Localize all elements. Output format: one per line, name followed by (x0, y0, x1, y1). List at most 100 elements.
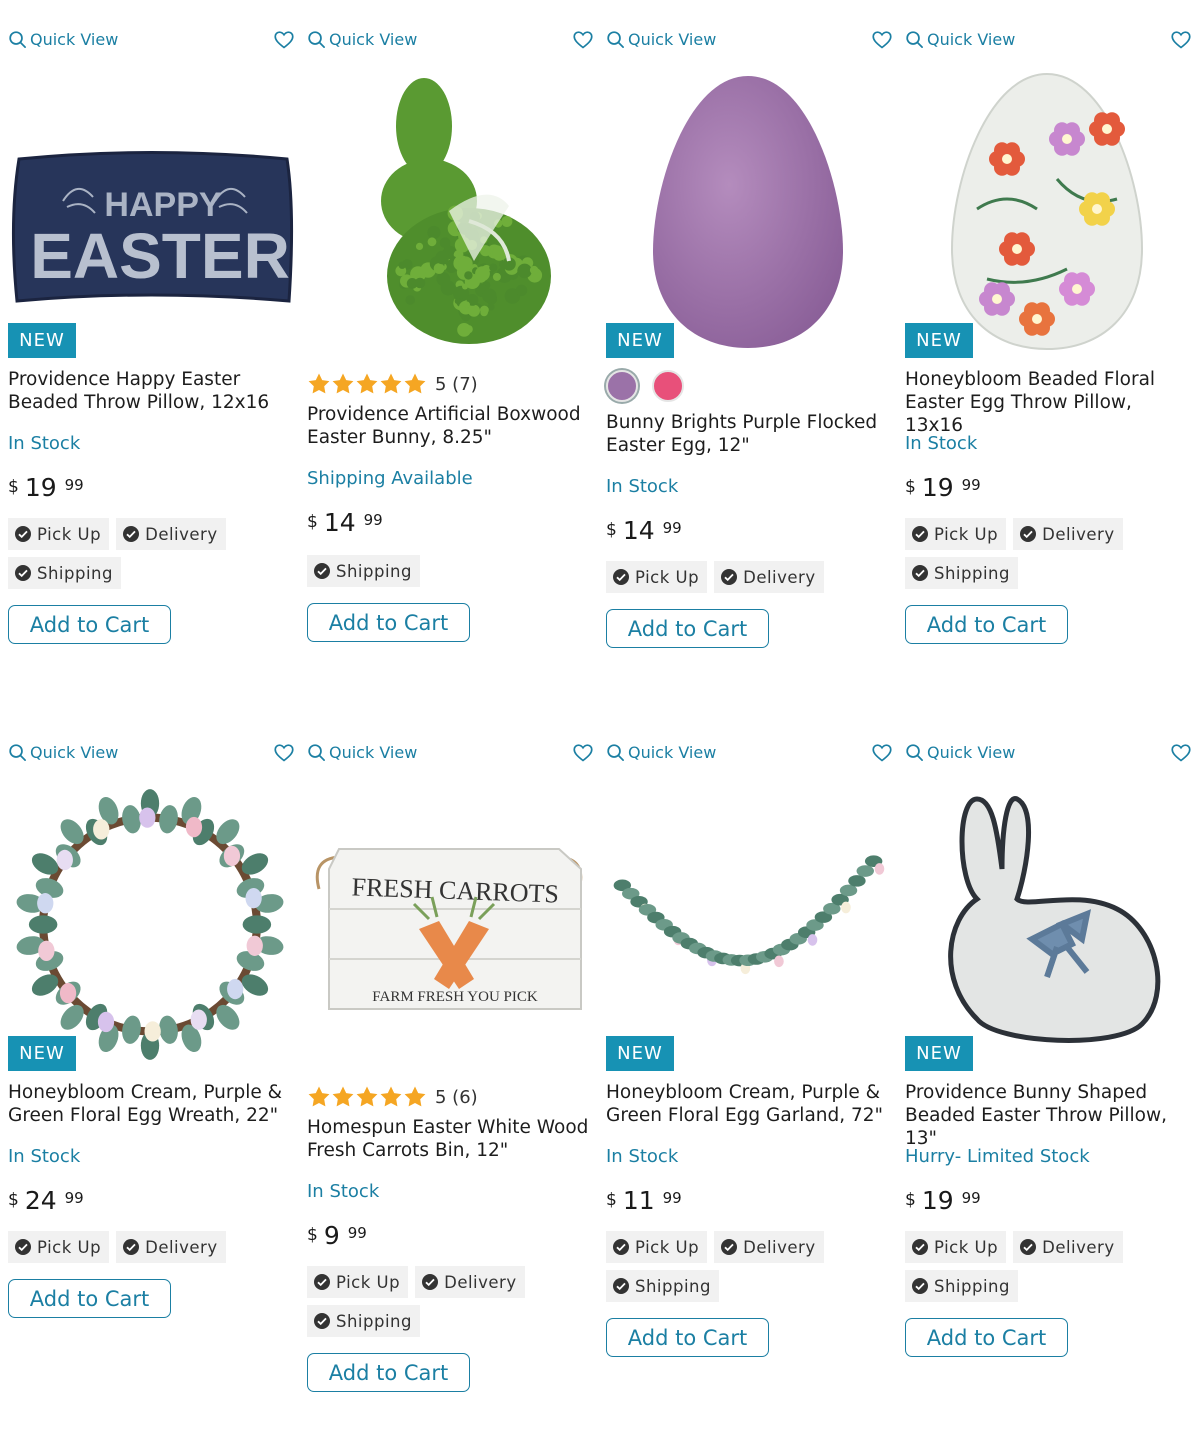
rating[interactable]: 5 (7) (307, 369, 594, 399)
product-image[interactable]: FRESH CARROTS FARM FRESH YOU PICK (299, 779, 598, 1069)
fulfillment-chip-delivery: Delivery (1013, 518, 1123, 550)
heart-icon[interactable] (1171, 743, 1191, 763)
heart-icon[interactable] (573, 30, 593, 50)
quick-view-link[interactable]: Quick View (8, 743, 118, 762)
price: $ 24 99 (8, 1186, 295, 1216)
price-cents: 99 (364, 511, 383, 529)
check-circle-icon (14, 564, 32, 582)
add-to-cart-button[interactable]: Add to Cart (606, 1318, 769, 1357)
fulfillment-chip-delivery: Delivery (714, 1231, 824, 1263)
product-card-1: Quick View HAPPY EASTER NEW Providence H… (0, 0, 299, 700)
product-image[interactable] (299, 66, 598, 356)
check-circle-icon (313, 562, 331, 580)
price-currency: $ (606, 1190, 617, 1210)
product-image[interactable] (897, 66, 1196, 356)
price-dollars: 9 (324, 1221, 340, 1251)
product-title[interactable]: Providence Bunny Shaped Beaded Easter Th… (905, 1081, 1192, 1127)
star-icon (355, 1085, 379, 1109)
heart-icon[interactable] (1171, 30, 1191, 50)
price-cents: 99 (65, 476, 84, 494)
fulfillment-label: Shipping (635, 1277, 711, 1296)
svg-text:FARM FRESH YOU PICK: FARM FRESH YOU PICK (372, 989, 538, 1005)
star-icon (355, 372, 379, 396)
product-title[interactable]: Honeybloom Cream, Purple & Green Floral … (8, 1081, 295, 1127)
fulfillment-label: Delivery (1042, 1238, 1115, 1257)
price: $ 19 99 (905, 473, 1192, 503)
fulfillment-options: Pick Up Delivery Shipping (905, 518, 1195, 589)
add-to-cart-button[interactable]: Add to Cart (8, 1279, 171, 1318)
product-info: Honeybloom Cream, Purple & Green Floral … (606, 1081, 893, 1357)
product-title[interactable]: Bunny Brights Purple Flocked Easter Egg,… (606, 411, 893, 457)
product-image[interactable] (598, 779, 897, 1069)
check-circle-icon (720, 568, 738, 586)
product-image[interactable] (897, 779, 1196, 1069)
price-currency: $ (307, 512, 318, 532)
quick-view-link[interactable]: Quick View (905, 743, 1015, 762)
product-info: Honeybloom Cream, Purple & Green Floral … (8, 1081, 295, 1318)
new-badge: NEW (8, 1036, 76, 1071)
color-swatch[interactable] (652, 370, 684, 402)
quick-view-label: Quick View (30, 30, 118, 49)
product-title[interactable]: Honeybloom Cream, Purple & Green Floral … (606, 1081, 893, 1127)
quick-view-link[interactable]: Quick View (606, 30, 716, 49)
product-image[interactable]: HAPPY EASTER (0, 66, 299, 356)
price-cents: 99 (962, 1189, 981, 1207)
search-icon (307, 743, 326, 762)
product-image[interactable] (0, 779, 299, 1069)
check-circle-icon (421, 1273, 439, 1291)
product-title[interactable]: Providence Happy Easter Beaded Throw Pil… (8, 368, 295, 414)
fulfillment-options: Pick Up Delivery Shipping (606, 1231, 896, 1302)
quick-view-link[interactable]: Quick View (8, 30, 118, 49)
fulfillment-label: Delivery (1042, 525, 1115, 544)
quick-view-label: Quick View (927, 743, 1015, 762)
search-icon (8, 743, 27, 762)
heart-icon[interactable] (872, 30, 892, 50)
check-circle-icon (720, 1238, 738, 1256)
product-card-5: Quick View NEW Honeybloom Cream, Purple … (0, 713, 299, 1413)
quick-view-link[interactable]: Quick View (905, 30, 1015, 49)
add-to-cart-button[interactable]: Add to Cart (905, 1318, 1068, 1357)
add-to-cart-button[interactable]: Add to Cart (307, 1353, 470, 1392)
add-to-cart-button[interactable]: Add to Cart (905, 605, 1068, 644)
stock-status: In Stock (606, 1146, 893, 1169)
fulfillment-chip-shipping: Shipping (307, 555, 420, 587)
color-swatch[interactable] (606, 370, 638, 402)
product-title[interactable]: Homespun Easter White Wood Fresh Carrots… (307, 1116, 594, 1162)
fulfillment-label: Pick Up (37, 525, 101, 544)
fulfillment-chip-pick-up: Pick Up (606, 561, 707, 593)
fulfillment-chip-pick-up: Pick Up (8, 1231, 109, 1263)
rating-text: 5 (6) (435, 1087, 478, 1108)
fulfillment-label: Shipping (336, 1312, 412, 1331)
new-badge: NEW (8, 323, 76, 358)
fulfillment-chip-shipping: Shipping (905, 1270, 1018, 1302)
check-circle-icon (911, 564, 929, 582)
stock-status: In Stock (905, 433, 1192, 456)
check-circle-icon (313, 1312, 331, 1330)
quick-view-link[interactable]: Quick View (606, 743, 716, 762)
product-title[interactable]: Providence Artificial Boxwood Easter Bun… (307, 403, 594, 449)
heart-icon[interactable] (274, 30, 294, 50)
add-to-cart-button[interactable]: Add to Cart (307, 603, 470, 642)
star-icon (379, 372, 403, 396)
rating[interactable]: 5 (6) (307, 1082, 594, 1112)
product-image[interactable] (598, 66, 897, 356)
check-circle-icon (1019, 525, 1037, 543)
add-to-cart-button[interactable]: Add to Cart (606, 609, 769, 648)
quick-view-link[interactable]: Quick View (307, 30, 417, 49)
fulfillment-chip-pick-up: Pick Up (905, 518, 1006, 550)
product-card-8: Quick View NEW Providence Bunny Shaped B… (897, 713, 1196, 1413)
add-to-cart-button[interactable]: Add to Cart (8, 605, 171, 644)
heart-icon[interactable] (573, 743, 593, 763)
heart-icon[interactable] (274, 743, 294, 763)
price: $ 14 99 (307, 508, 594, 538)
stock-status: Hurry- Limited Stock (905, 1146, 1192, 1169)
egg-illustration (648, 66, 848, 356)
heart-icon[interactable] (872, 743, 892, 763)
fulfillment-chip-pick-up: Pick Up (606, 1231, 707, 1263)
star-icon (307, 372, 331, 396)
product-title[interactable]: Honeybloom Beaded Floral Easter Egg Thro… (905, 368, 1192, 414)
quick-view-link[interactable]: Quick View (307, 743, 417, 762)
fulfillment-label: Pick Up (336, 1273, 400, 1292)
product-info: 5 (6) Homespun Easter White Wood Fresh C… (307, 1082, 594, 1392)
fulfillment-label: Delivery (743, 1238, 816, 1257)
